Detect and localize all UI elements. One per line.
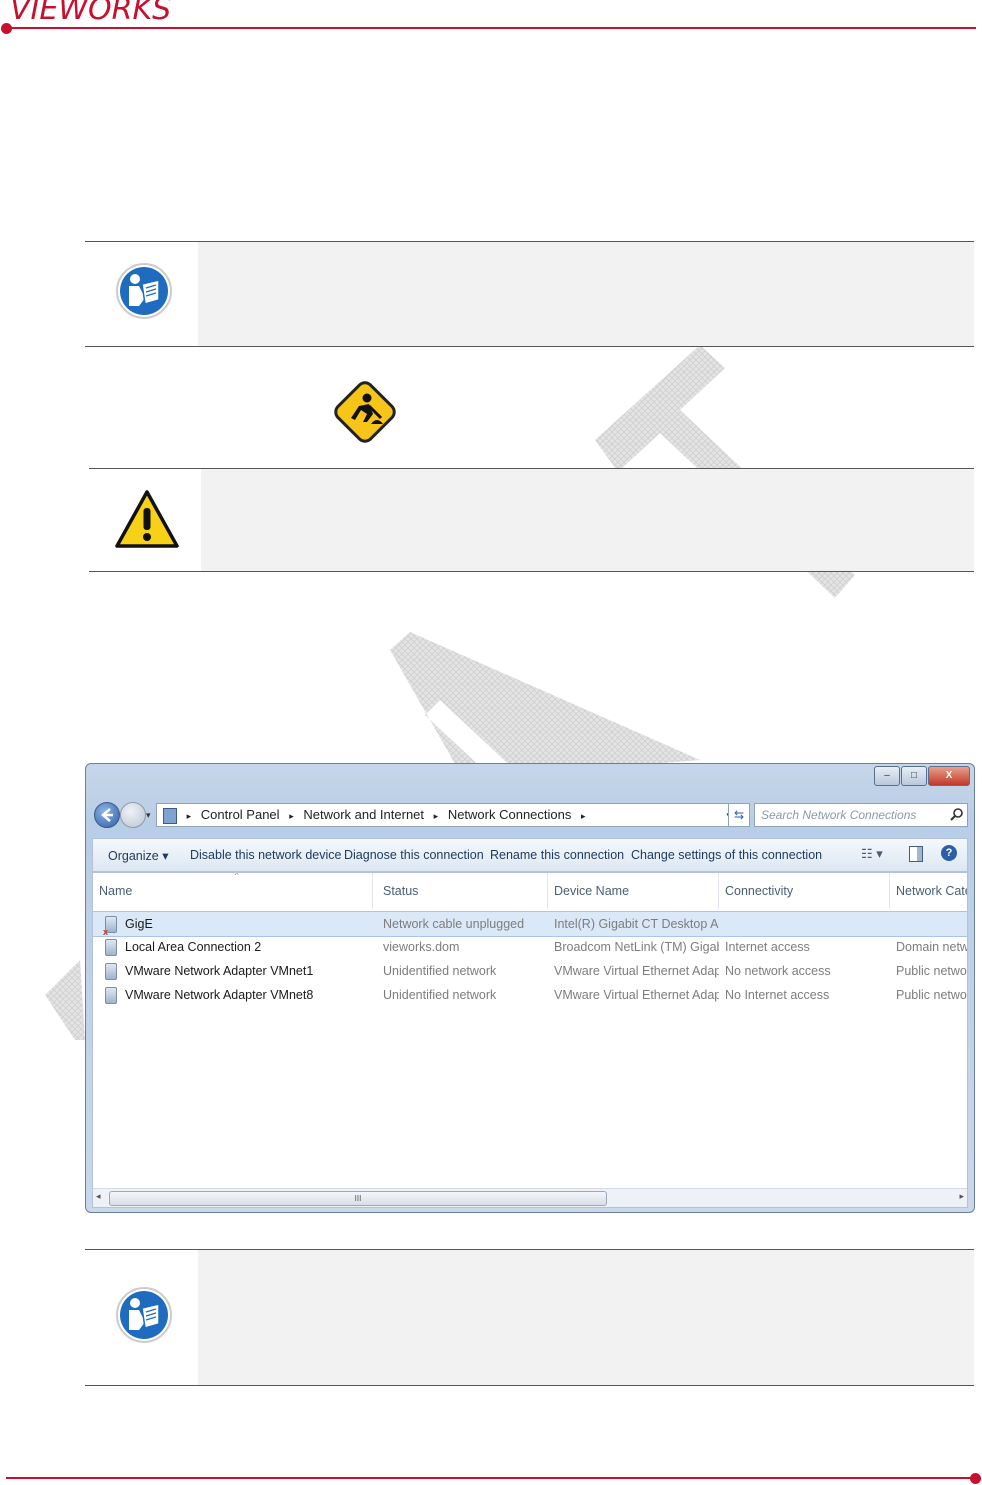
close-button[interactable]: X [928,766,970,786]
connection-row-vmnet8[interactable]: VMware Network Adapter VMnet8 Unidentifi… [93,983,967,1007]
scroll-right-icon[interactable]: ▸ [959,1191,964,1202]
command-toolbar: Organize ▾ Disable this network device D… [92,838,968,872]
sort-ascending-icon: ^ [235,872,239,880]
scrollbar-thumb[interactable]: III [109,1191,607,1206]
header-rule [6,27,976,29]
column-header-network-category[interactable]: Network Categ [890,873,967,909]
refresh-button[interactable]: ⇆ [728,803,750,827]
manual-reading-icon [115,1286,173,1349]
connection-status: Unidentified network [383,964,497,978]
footer-rule [6,1477,976,1479]
breadcrumb-network-internet[interactable]: Network and Internet [303,807,424,822]
breadcrumb-separator: ▸ [581,811,586,821]
column-header-connectivity[interactable]: Connectivity [719,873,890,909]
back-arrow-icon [101,808,113,822]
connection-device: VMware Virtual Ethernet Adapte... [554,964,719,978]
forward-button[interactable] [120,802,146,828]
column-header-name[interactable]: Name [93,873,373,909]
vieworks-logo: VIEWORKS [10,0,172,27]
breadcrumb-separator: ▸ [186,811,192,821]
rename-connection-button[interactable]: Rename this connection [490,848,624,862]
connection-status: Unidentified network [383,988,497,1002]
connection-name: Local Area Connection 2 [125,940,262,954]
view-options-icon[interactable]: ☷ ▾ [861,846,883,862]
manual-reading-icon [115,262,173,325]
change-settings-button[interactable]: Change settings of this connection [631,848,822,862]
note-box-2-content [198,1250,974,1385]
breadcrumb-separator: ▸ [289,811,294,821]
maximize-button[interactable]: □ [901,766,927,786]
connection-name: VMware Network Adapter VMnet8 [125,988,314,1002]
search-icon [950,807,964,826]
network-connections-window: – □ X ▾ ▸ Control Panel ▸ Network and In… [85,763,975,1213]
footer-rule-dot [970,1473,981,1484]
connection-status: Network cable unplugged [383,917,525,931]
column-header-status[interactable]: Status [377,873,548,909]
navigation-bar: ▾ ▸ Control Panel ▸ Network and Internet… [92,800,968,830]
header-rule-dot [1,23,12,34]
preview-pane-icon[interactable] [909,846,923,862]
under-construction-icon [329,376,401,453]
connection-category: Public network [896,988,967,1002]
connection-row-vmnet1[interactable]: VMware Network Adapter VMnet1 Unidentifi… [93,959,967,983]
horizontal-scrollbar[interactable]: ◂ III ▸ [93,1188,967,1207]
note-box-2 [85,1249,974,1386]
connection-name: VMware Network Adapter VMnet1 [125,964,314,978]
connection-device: Broadcom NetLink (TM) Gigabit... [554,940,719,954]
window-title-buttons: – □ X [873,766,970,786]
connection-connectivity: Internet access [725,940,810,954]
connection-status: vieworks.dom [383,940,460,954]
disable-device-button[interactable]: Disable this network device [190,848,341,862]
breadcrumb-separator: ▸ [433,811,439,821]
recent-pages-dropdown-icon[interactable]: ▾ [146,810,151,821]
connection-connectivity: No network access [725,964,831,978]
caution-box-content [201,469,974,571]
refresh-icon: ⇆ [733,808,745,822]
connection-category: Domain networ [896,940,967,954]
connection-name: GigE [125,917,153,931]
breadcrumb-network-connections[interactable]: Network Connections [448,807,572,822]
diagnose-connection-button[interactable]: Diagnose this connection [344,848,484,862]
network-folder-icon [163,807,177,824]
connection-row-gige[interactable]: x GigE Network cable unplugged Intel(R) … [93,911,967,937]
breadcrumb-control-panel[interactable]: Control Panel [201,807,280,822]
connection-device: Intel(R) Gigabit CT Desktop Ada... [554,917,719,931]
help-icon[interactable]: ? [941,845,957,861]
column-header-device-name[interactable]: Device Name [548,873,719,909]
connection-category: Public network [896,964,967,978]
connection-row-local-area-2[interactable]: Local Area Connection 2 vieworks.dom Bro… [93,935,967,959]
connection-device: VMware Virtual Ethernet Adapte... [554,988,719,1002]
caution-triangle-icon [114,489,180,554]
scroll-left-icon[interactable]: ◂ [96,1191,101,1202]
note-box-1-content [198,242,974,346]
search-input[interactable]: Search Network Connections [754,803,968,827]
organize-menu[interactable]: Organize ▾ [108,848,168,863]
connection-connectivity: No Internet access [725,988,830,1002]
note-box-1 [85,241,974,347]
address-bar[interactable]: ▸ Control Panel ▸ Network and Internet ▸… [156,803,746,827]
caution-box [89,468,974,572]
minimize-button[interactable]: – [874,766,900,786]
connections-list: Name ^ Status Device Name Connectivity N… [92,872,968,1208]
back-button[interactable] [94,802,120,828]
